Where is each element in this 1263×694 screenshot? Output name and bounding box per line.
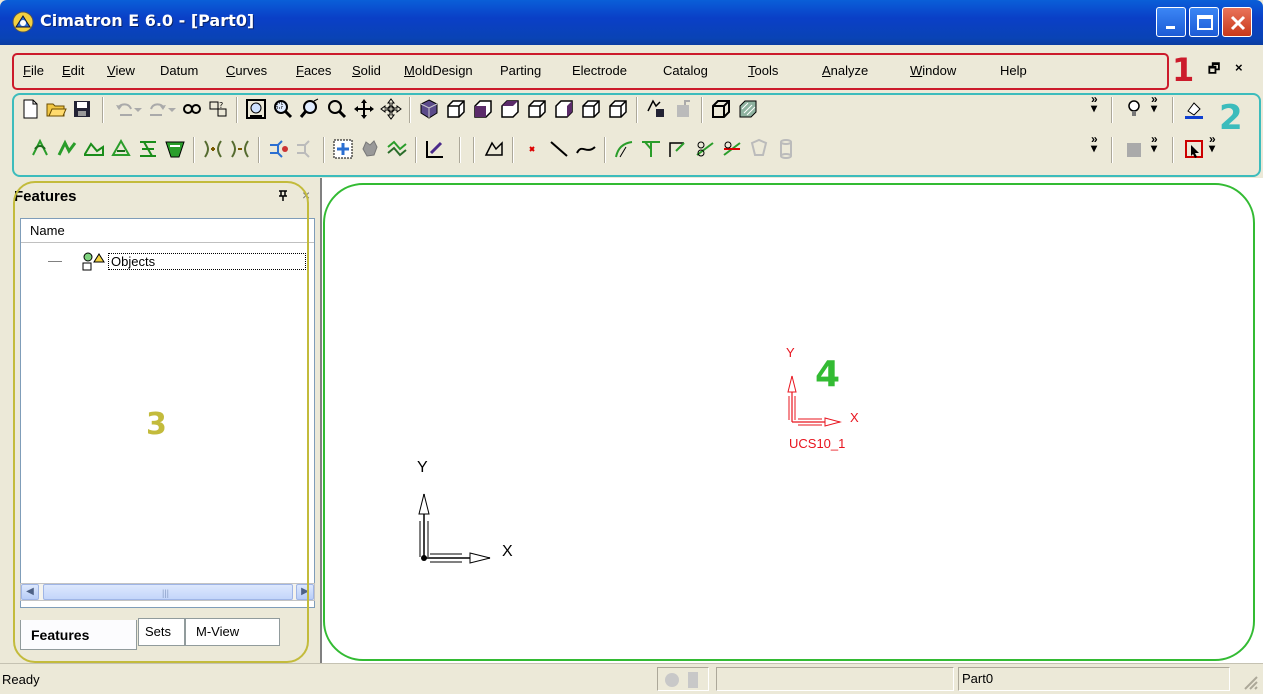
toolbar-area: ? » ▾ » ▾ » ▾ » ▾ » ▾ 2 bbox=[0, 93, 1263, 177]
status-text: Ready bbox=[2, 672, 40, 687]
annotation-label-2: 2 bbox=[1219, 98, 1243, 138]
window-title: Cimatron E 6.0 - [Part0] bbox=[40, 11, 255, 30]
minimize-button[interactable] bbox=[1156, 7, 1186, 37]
status-bar: Ready Part0 bbox=[0, 663, 1263, 694]
close-icon bbox=[1230, 15, 1246, 31]
status-part-name: Part0 bbox=[962, 671, 994, 686]
menu-bar: File Edit View Datum Curves Faces Solid … bbox=[0, 45, 1263, 93]
title-bar[interactable]: Cimatron E 6.0 - [Part0] bbox=[0, 0, 1263, 45]
status-indicator-icon bbox=[665, 672, 698, 688]
close-button[interactable] bbox=[1222, 7, 1252, 37]
resize-grip-icon[interactable] bbox=[1240, 672, 1258, 690]
restore-document-button[interactable]: 🗗 bbox=[1208, 60, 1220, 82]
annotation-label-3: 3 bbox=[146, 407, 167, 442]
status-field-empty bbox=[716, 667, 954, 691]
highlight-box-4 bbox=[323, 183, 1255, 661]
annotation-label-1: 1 bbox=[1172, 51, 1195, 89]
highlight-box-2 bbox=[12, 93, 1261, 177]
highlight-box-1 bbox=[12, 53, 1169, 90]
status-indicator-well bbox=[657, 667, 709, 691]
cimatron-app-icon[interactable] bbox=[12, 11, 34, 33]
status-field-part bbox=[958, 667, 1230, 691]
close-document-button[interactable]: × bbox=[1235, 60, 1243, 75]
maximize-icon bbox=[1197, 15, 1213, 30]
maximize-button[interactable] bbox=[1189, 7, 1219, 37]
minimize-icon bbox=[1166, 26, 1175, 29]
annotation-label-4: 4 bbox=[815, 354, 841, 395]
